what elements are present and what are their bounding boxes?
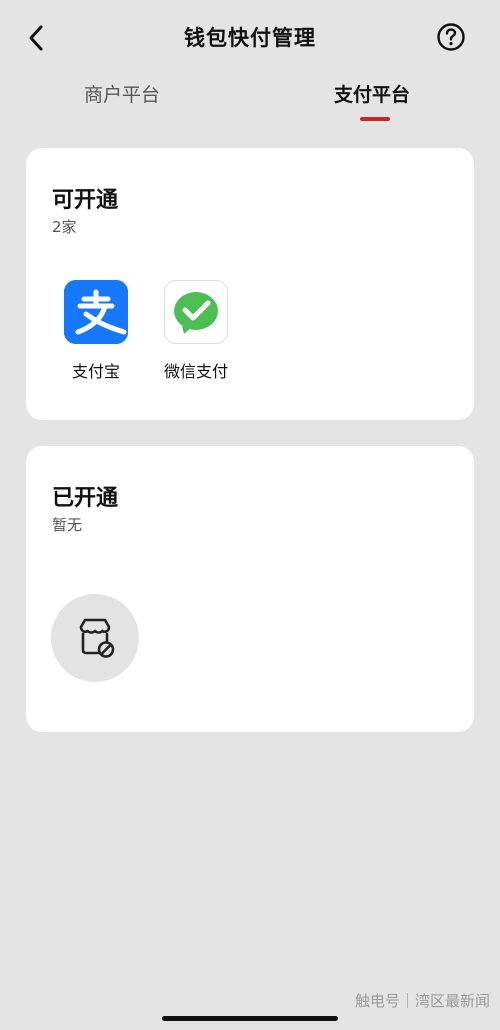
top-bar: 钱包快付管理 xyxy=(0,0,500,76)
question-circle-icon xyxy=(437,23,465,51)
alipay-option[interactable]: 支付宝 xyxy=(54,280,138,382)
enabled-status: 暂无 xyxy=(52,516,83,534)
watermark: 触电号｜湾区最新闻 xyxy=(354,992,490,1010)
page-title: 钱包快付管理 xyxy=(184,26,316,50)
enabled-title: 已开通 xyxy=(52,486,119,511)
enabled-card: 已开通 暂无 xyxy=(26,446,474,732)
active-tab-indicator xyxy=(360,117,390,121)
tab-bar: 商户平台 支付平台 xyxy=(0,76,500,132)
help-button[interactable] xyxy=(436,22,466,52)
alipay-icon xyxy=(64,280,128,344)
home-indicator xyxy=(162,1016,338,1021)
wechat-pay-option[interactable]: 微信支付 xyxy=(154,280,238,382)
wechat-pay-label: 微信支付 xyxy=(163,362,228,381)
available-card: 可开通 2家 支付宝 微信支付 xyxy=(26,148,474,420)
available-title: 可开通 xyxy=(52,188,119,213)
alipay-label: 支付宝 xyxy=(71,362,120,381)
empty-state-circle xyxy=(51,594,139,682)
tab-payment-platform[interactable]: 支付平台 xyxy=(334,80,410,107)
wechat-pay-icon xyxy=(164,280,228,344)
tab-merchant-platform[interactable]: 商户平台 xyxy=(84,80,160,107)
available-count: 2家 xyxy=(52,218,77,236)
store-disabled-icon xyxy=(79,618,115,658)
